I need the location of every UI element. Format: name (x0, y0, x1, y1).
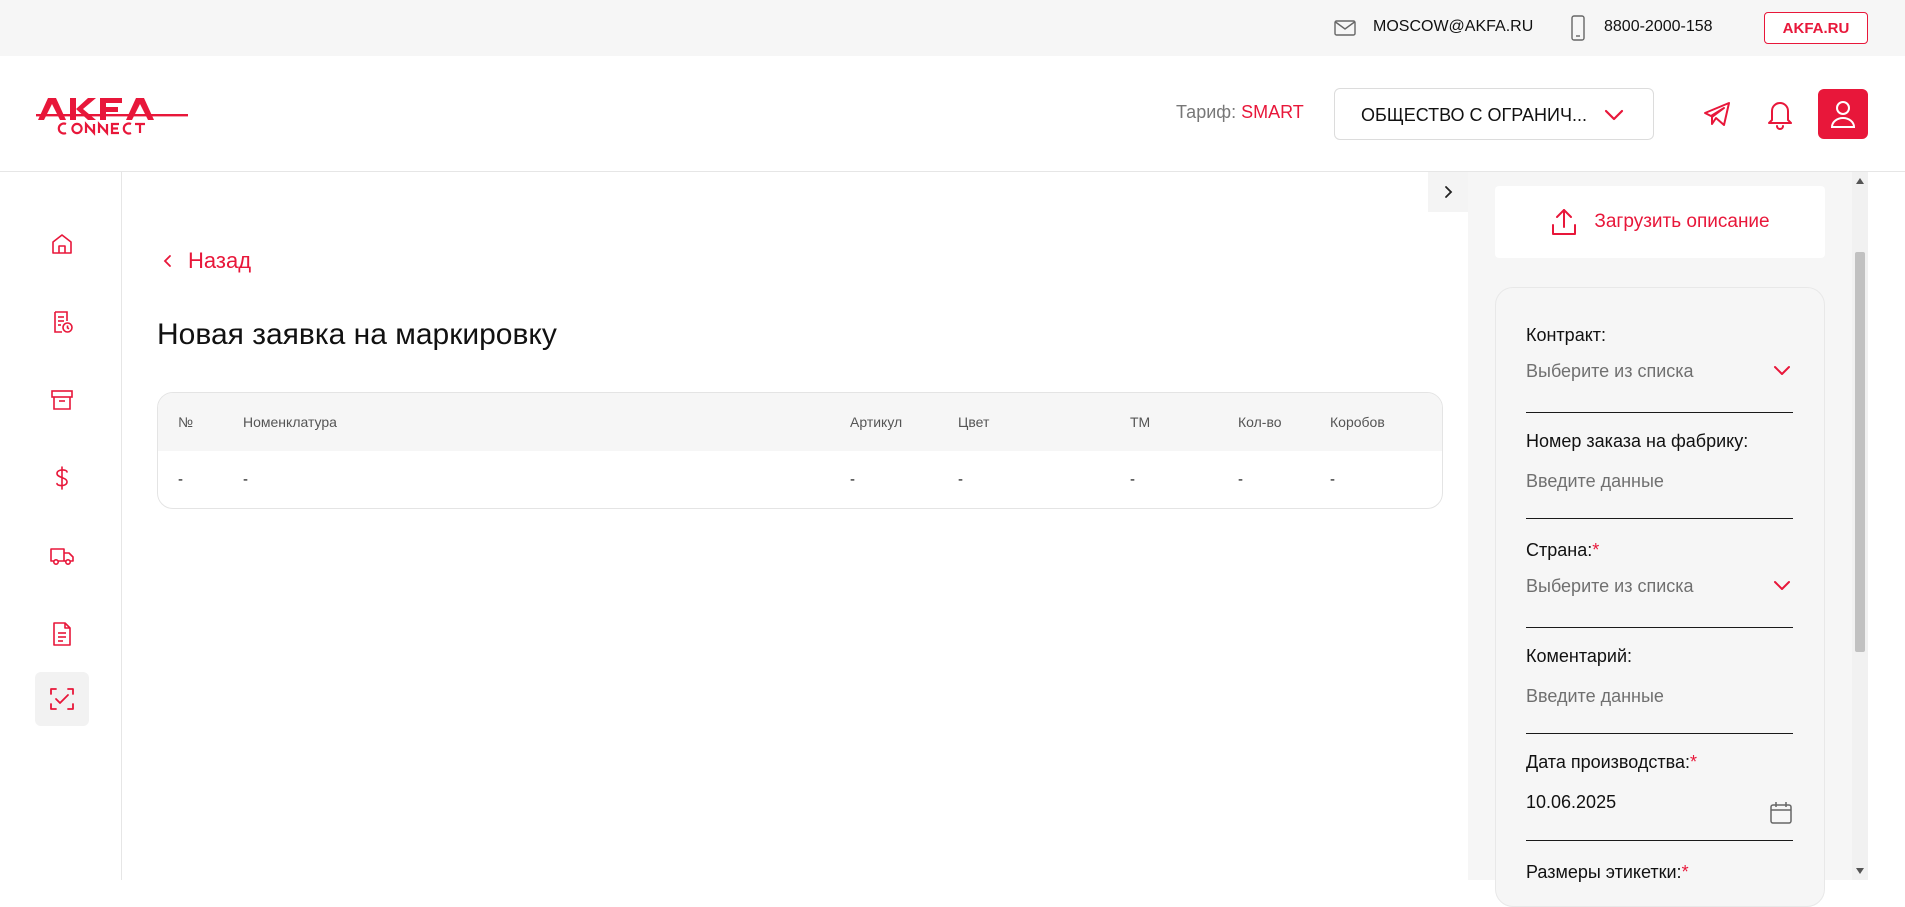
sidebar-item-documents[interactable] (35, 607, 89, 661)
document-clock-icon (54, 311, 73, 333)
table-cell: - (850, 471, 855, 488)
contract-select-value: Выберите из списка (1526, 361, 1694, 381)
marking-items-table: № Номенклатура Артикул Цвет ТМ Кол-во Ко… (157, 392, 1443, 509)
mail-icon (1334, 20, 1356, 36)
table-cell: - (243, 471, 248, 488)
chevron-down-icon (1774, 581, 1790, 590)
panel-collapse-button[interactable] (1428, 172, 1470, 212)
table-header: № Номенклатура Артикул Цвет ТМ Кол-во Ко… (158, 393, 1442, 451)
production-date-label: Дата производства:* (1526, 752, 1698, 772)
akfa-connect-logo[interactable] (36, 94, 188, 136)
dollar-icon (56, 466, 68, 490)
factory-order-placeholder: Введите данные (1526, 471, 1664, 491)
upload-description-button[interactable]: Загрузить описание (1495, 186, 1825, 258)
home-icon (52, 234, 72, 254)
organization-select[interactable]: ОБЩЕСТВО С ОГРАНИЧ... (1334, 88, 1654, 140)
production-date-value: 10.06.2025 (1526, 792, 1617, 812)
table-cell: - (1130, 471, 1135, 488)
sidebar-item-documents-history[interactable] (35, 295, 89, 349)
table-cell: - (1238, 471, 1243, 488)
truck-icon (50, 548, 74, 565)
scroll-thumb[interactable] (1855, 252, 1865, 652)
user-icon (1830, 101, 1856, 128)
chevron-left-icon (163, 255, 171, 267)
table-cell: - (958, 471, 963, 488)
telegram-icon[interactable] (1702, 100, 1732, 128)
back-link-label: Назад (188, 248, 252, 273)
page-title: Новая заявка на маркировку (157, 318, 557, 351)
header: Тариф: SMART ОБЩЕСТВО С ОГРАНИЧ... (0, 56, 1905, 172)
organization-select-value: ОБЩЕСТВО С ОГРАНИЧ... (1361, 105, 1587, 125)
phone-icon (1571, 15, 1585, 41)
sidebar (0, 172, 122, 880)
field-underline (1526, 627, 1793, 628)
scan-check-icon (50, 688, 74, 710)
contact-email-link[interactable]: MOSCOW@AKFA.RU (1373, 18, 1533, 36)
field-underline (1526, 412, 1793, 413)
country-select-value: Выберите из списка (1526, 576, 1694, 596)
document-text-icon (53, 622, 71, 646)
tariff-label: Тариф: (1176, 102, 1237, 122)
bell-icon[interactable] (1766, 98, 1794, 130)
sidebar-item-finance[interactable] (35, 451, 89, 505)
country-label: Страна:* (1526, 540, 1600, 560)
scroll-down-arrow[interactable] (1856, 868, 1864, 874)
sidebar-item-marking[interactable] (35, 672, 89, 726)
column-header-quantity: Кол-во (1238, 414, 1282, 430)
panel-scrollbar[interactable] (1852, 172, 1868, 880)
column-header-color: Цвет (958, 414, 990, 430)
column-header-nomenclature: Номенклатура (243, 414, 337, 430)
chevron-down-icon (1774, 366, 1790, 375)
archive-box-icon (51, 390, 73, 410)
chevron-right-icon (1445, 186, 1453, 198)
upload-description-label: Загрузить описание (1594, 211, 1770, 232)
factory-order-label: Номер заказа на фабрику: (1526, 431, 1749, 451)
field-underline (1526, 518, 1793, 519)
column-header-article: Артикул (850, 414, 903, 430)
table-cell: - (1330, 471, 1335, 488)
scroll-up-arrow[interactable] (1856, 178, 1864, 184)
column-header-trademark: ТМ (1130, 414, 1151, 430)
tariff-info: Тариф: SMART (1176, 102, 1304, 123)
sidebar-item-home[interactable] (35, 217, 89, 271)
tariff-value: SMART (1241, 102, 1304, 122)
sidebar-item-archive[interactable] (35, 373, 89, 427)
top-bar: MOSCOW@AKFA.RU 8800-2000-158 AKFA.RU (0, 0, 1905, 56)
field-underline (1526, 840, 1793, 841)
calendar-icon[interactable] (1768, 800, 1794, 826)
sidebar-item-delivery[interactable] (35, 529, 89, 583)
site-link-button[interactable]: AKFA.RU (1764, 12, 1868, 44)
column-header-number: № (178, 414, 194, 430)
chevron-down-icon (1604, 109, 1624, 121)
field-underline (1526, 733, 1793, 734)
request-form-panel: Загрузить описание Контракт: Выберите из… (1468, 172, 1852, 907)
comment-placeholder: Введите данные (1526, 686, 1664, 706)
comment-label: Коментарий: (1526, 646, 1632, 666)
contract-label: Контракт: (1526, 325, 1607, 345)
user-profile-button[interactable] (1818, 89, 1868, 139)
contact-phone-link[interactable]: 8800-2000-158 (1604, 18, 1713, 36)
back-link[interactable]: Назад (162, 248, 251, 274)
column-header-boxes: Коробов (1330, 414, 1385, 430)
table-cell: - (178, 471, 183, 488)
upload-icon (1552, 209, 1577, 235)
form-card: Контракт: Выберите из списка Номер заказ… (1495, 287, 1825, 907)
